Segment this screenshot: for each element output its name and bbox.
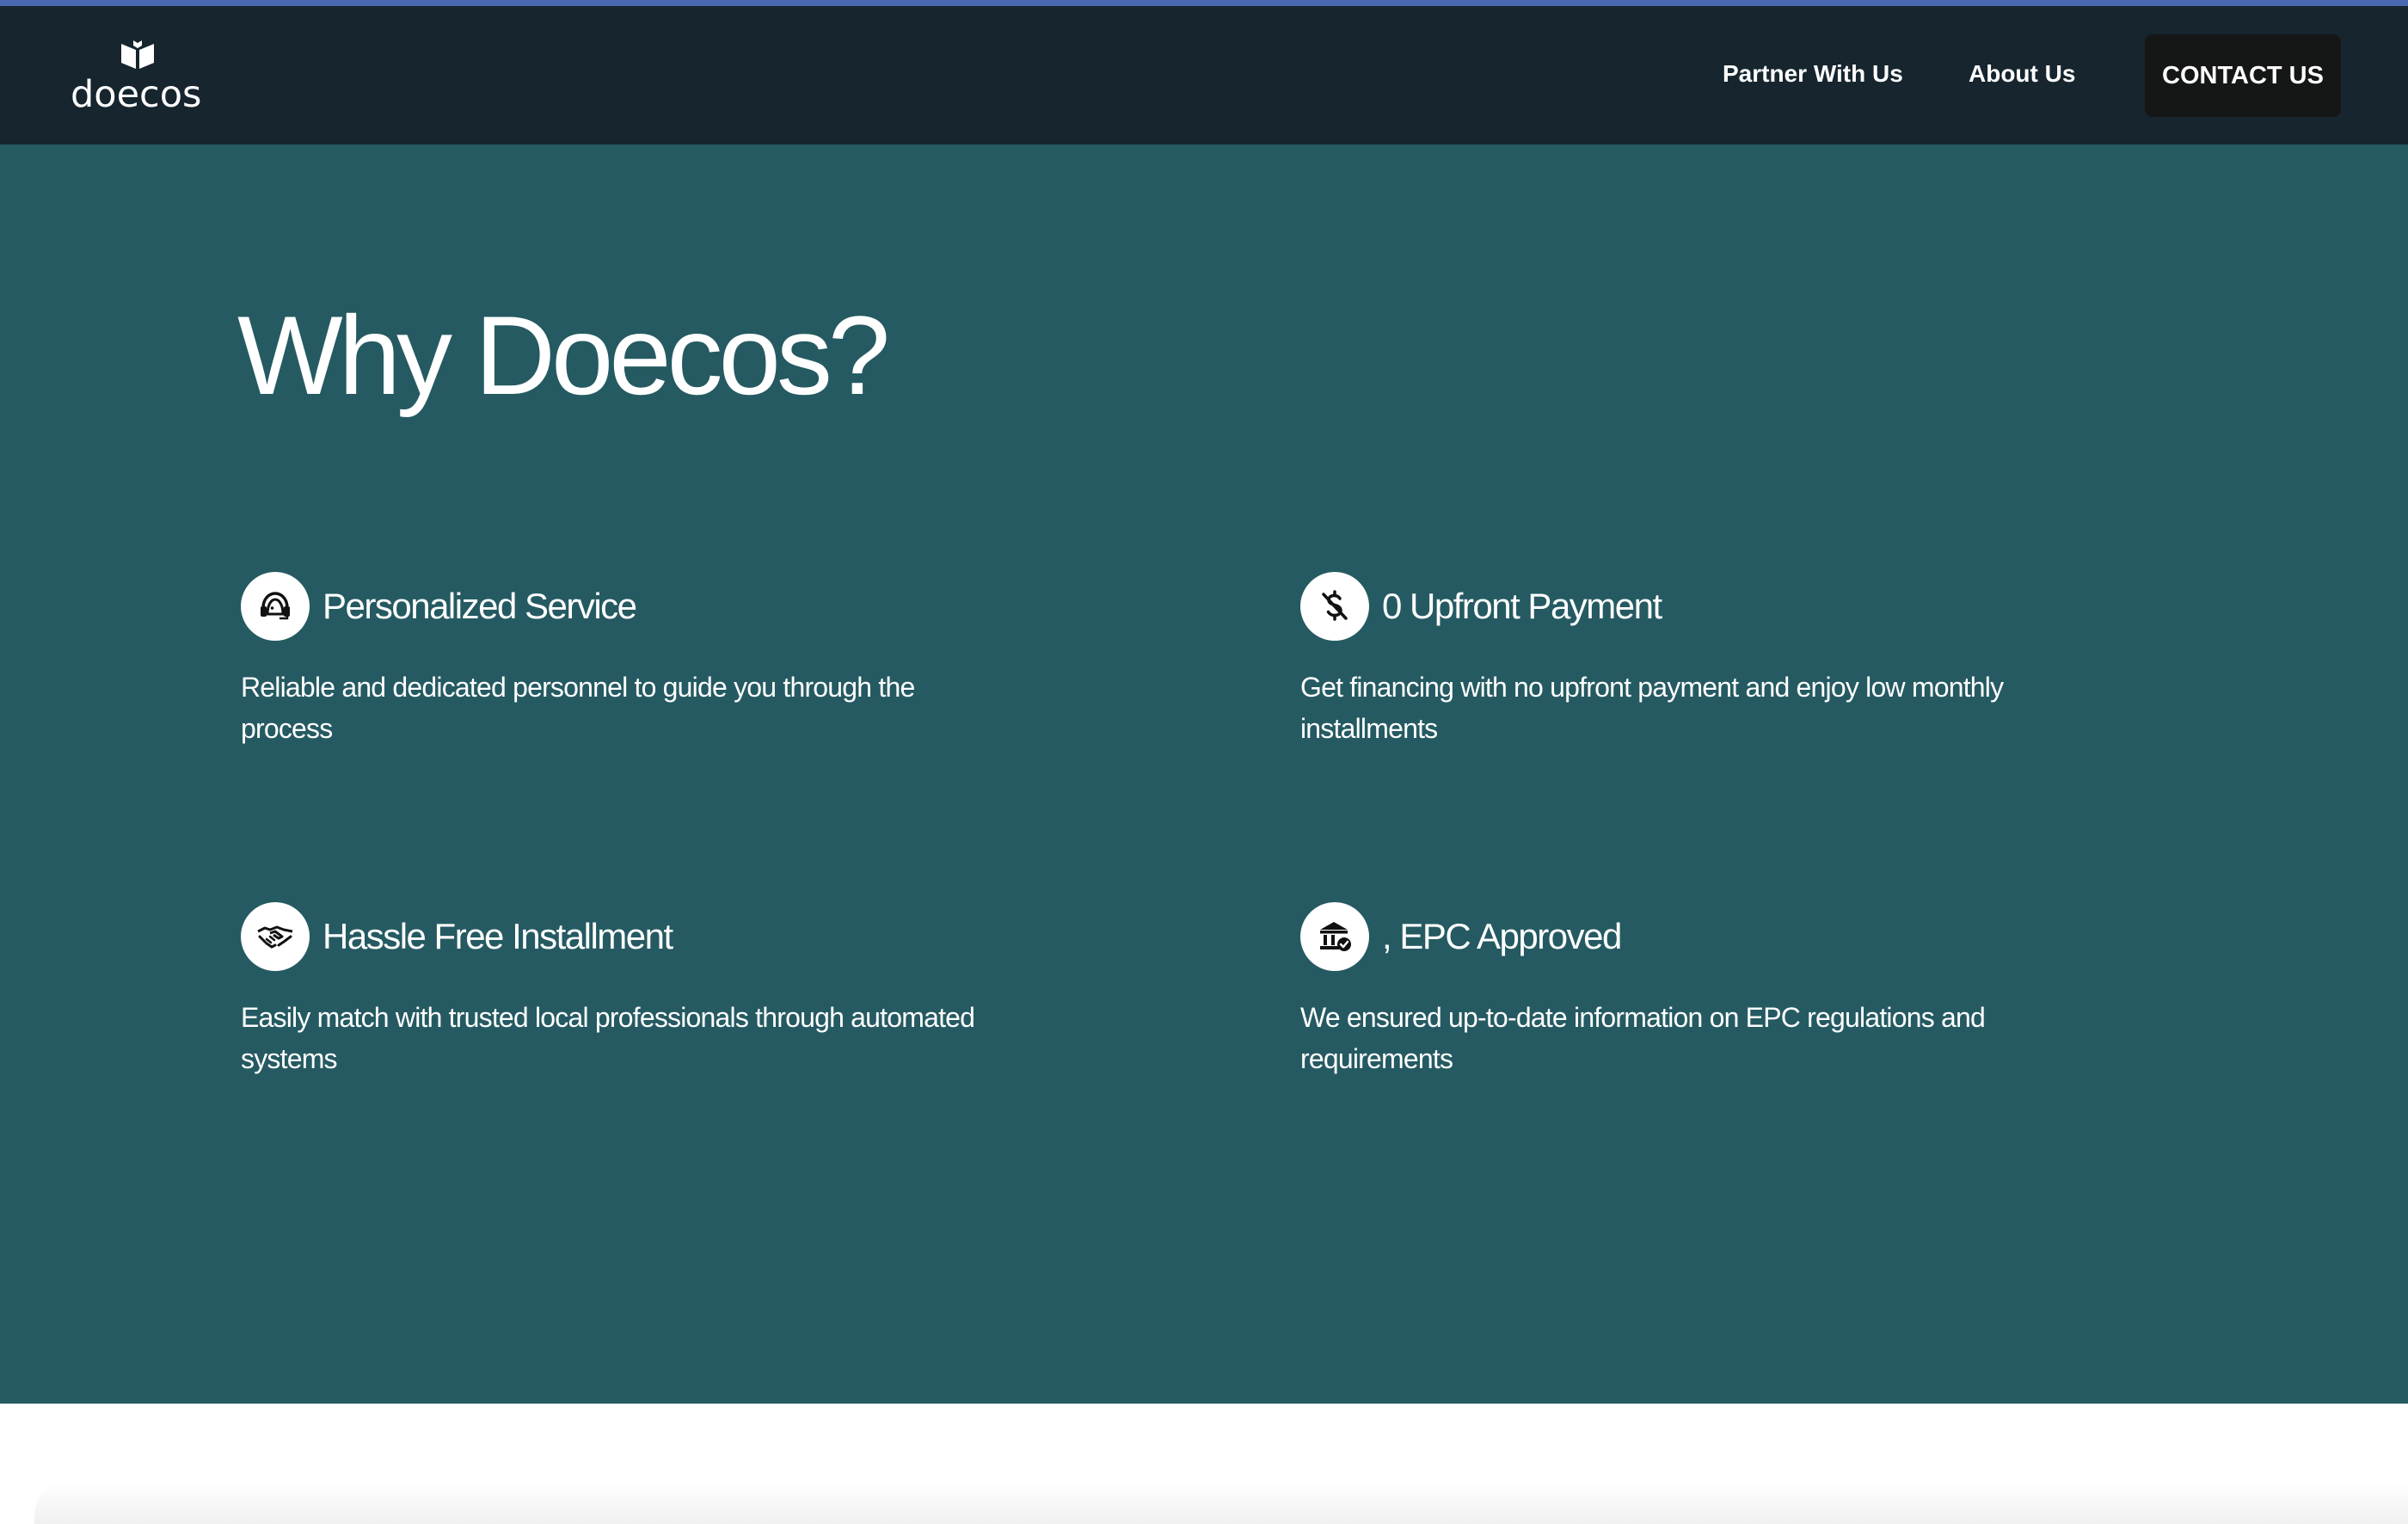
logo[interactable]: doecos — [71, 40, 208, 118]
nav-about-us[interactable]: About Us — [1969, 60, 2075, 88]
bank-approved-icon — [1300, 902, 1369, 971]
feature-description: Easily match with trusted local professi… — [241, 1002, 975, 1074]
headset-agent-icon — [241, 572, 310, 641]
logo-text: doecos — [71, 73, 202, 116]
navbar: doecos Partner With Us About Us CONTACT … — [0, 6, 2408, 144]
nav-partner-with-us[interactable]: Partner With Us — [1723, 60, 1903, 88]
top-accent-stripe — [0, 0, 2408, 6]
contact-us-button[interactable]: CONTACT US — [2145, 34, 2341, 117]
card-shadow — [34, 1481, 2408, 1524]
feature-title: 0 Upfront Payment — [1382, 586, 1662, 626]
feature-description: Get financing with no upfront payment an… — [1300, 672, 2004, 744]
feature-title: Personalized Service — [322, 586, 637, 626]
no-dollar-icon — [1300, 572, 1369, 641]
why-doecos-section: Why Doecos? Personalized Service Reliabl… — [0, 144, 2408, 1404]
feature-description: We ensured up-to-date information on EPC… — [1300, 1002, 1986, 1074]
feature-description: Reliable and dedicated personnel to guid… — [241, 672, 915, 744]
feature-title: Hassle Free Installment — [322, 916, 673, 956]
section-title: Why Doecos? — [237, 292, 890, 418]
book-logo-icon — [121, 40, 154, 69]
handshake-icon — [241, 902, 310, 971]
feature-title: , EPC Approved — [1382, 916, 1622, 956]
